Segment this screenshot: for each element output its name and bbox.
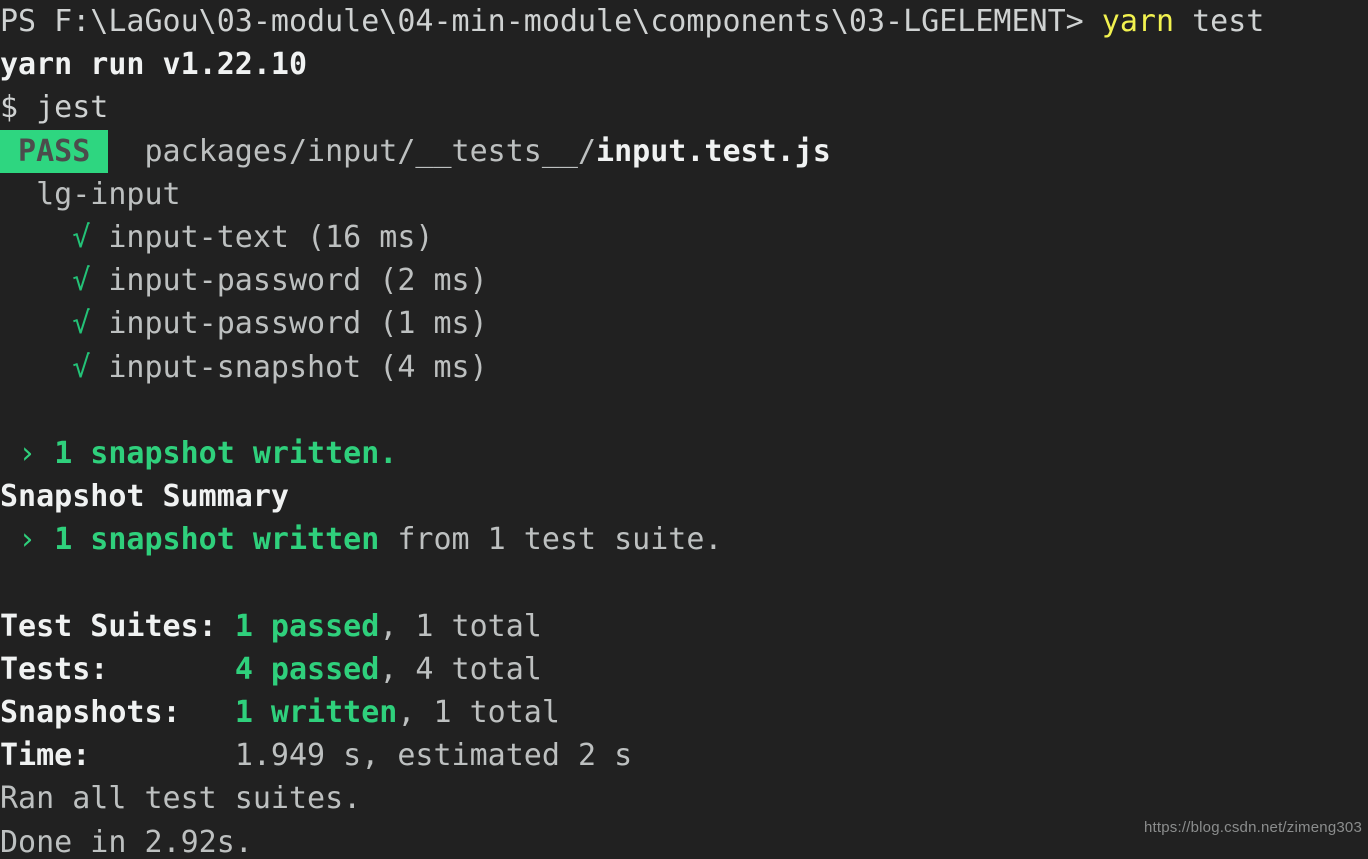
test-case-row: √ input-password (2 ms): [0, 259, 1368, 302]
summary-highlight: 4 passed: [234, 651, 380, 687]
prompt-command: yarn: [1101, 4, 1175, 39]
check-icon: √: [72, 219, 91, 255]
prompt-line: PS F:\LaGou\03-module\04-min-module\comp…: [0, 0, 1368, 43]
test-case-duration: (4 ms): [361, 349, 488, 385]
summary-label: Snapshots:: [0, 695, 235, 730]
snapshot-summary-rest: from 1 test suite.: [379, 522, 723, 558]
summary-rest: , 1 total: [397, 695, 560, 730]
test-case-name: input-text: [90, 219, 289, 255]
terminal-window: PS F:\LaGou\03-module\04-min-module\comp…: [0, 0, 1368, 859]
summary-highlight: 1 passed: [234, 608, 380, 644]
describe-block-line: lg-input: [0, 173, 1368, 216]
suite-path-file: input.test.js: [596, 133, 831, 169]
summary-rest: 1.949 s, estimated 2 s: [234, 738, 633, 774]
prompt-argument: test: [1192, 4, 1265, 39]
test-case-row: √ input-text (16 ms): [0, 216, 1368, 259]
yarn-version-text: yarn run v1.22.10: [0, 47, 308, 83]
test-indent: [0, 350, 72, 385]
summary-label: Tests:: [0, 651, 235, 687]
prompt-path: PS F:\LaGou\03-module\04-min-module\comp…: [0, 4, 1102, 39]
check-icon: √: [72, 306, 91, 342]
describe-block-name: lg-input: [0, 176, 181, 212]
summary-rest: , 1 total: [379, 608, 542, 644]
jest-exec-line: $ jest: [0, 86, 1368, 129]
yarn-version-line: yarn run v1.22.10: [0, 43, 1368, 86]
suite-path-prefix: packages/input/__tests__/: [108, 133, 597, 169]
summary-row-snapshots: Snapshots: 1 written, 1 total: [0, 691, 1368, 734]
test-case-name: input-password: [90, 263, 362, 299]
chevron-right-icon: ›: [0, 435, 55, 471]
summary-row-test-suites: Test Suites: 1 passed, 1 total: [0, 605, 1368, 648]
test-case-name: input-snapshot: [90, 349, 362, 385]
done-text: Done in 2.92s.: [0, 824, 253, 859]
summary-highlight: 1 written: [234, 695, 398, 730]
test-case-row: √ input-password (1 ms): [0, 302, 1368, 345]
snapshot-notice-line: › 1 snapshot written.: [0, 432, 1368, 475]
suite-result-line: PASS packages/input/__tests__/input.test…: [0, 129, 1368, 173]
summary-row-time: Time: 1.949 s, estimated 2 s: [0, 734, 1368, 777]
summary-label: Test Suites:: [0, 608, 235, 644]
summary-row-tests: Tests: 4 passed, 4 total: [0, 648, 1368, 691]
test-indent: [0, 220, 72, 255]
test-indent: [0, 263, 72, 298]
terminal-output: PS F:\LaGou\03-module\04-min-module\comp…: [0, 0, 1368, 859]
snapshot-summary-heading-text: Snapshot Summary: [0, 479, 289, 515]
test-case-name: input-password: [90, 306, 362, 342]
test-indent: [0, 306, 72, 341]
check-icon: √: [72, 349, 91, 385]
test-case-row: √ input-snapshot (4 ms): [0, 346, 1368, 389]
watermark: https://blog.csdn.net/zimeng303: [1143, 818, 1362, 836]
test-case-duration: (16 ms): [289, 219, 434, 255]
snapshot-summary-highlight: 1 snapshot written: [54, 522, 380, 558]
pass-status-badge: PASS: [0, 129, 109, 173]
test-case-duration: (2 ms): [361, 263, 488, 299]
test-case-duration: (1 ms): [361, 306, 488, 342]
jest-exec-text: $ jest: [0, 90, 109, 126]
check-icon: √: [72, 263, 91, 299]
snapshot-summary-line: › 1 snapshot written from 1 test suite.: [0, 518, 1368, 561]
summary-rest: , 4 total: [379, 651, 542, 687]
ran-all-suites-text: Ran all test suites.: [0, 781, 362, 817]
snapshot-summary-heading: Snapshot Summary: [0, 475, 1368, 518]
chevron-right-icon: ›: [0, 522, 55, 558]
snapshot-notice-text: 1 snapshot written.: [54, 435, 398, 471]
summary-label: Time:: [0, 738, 235, 774]
